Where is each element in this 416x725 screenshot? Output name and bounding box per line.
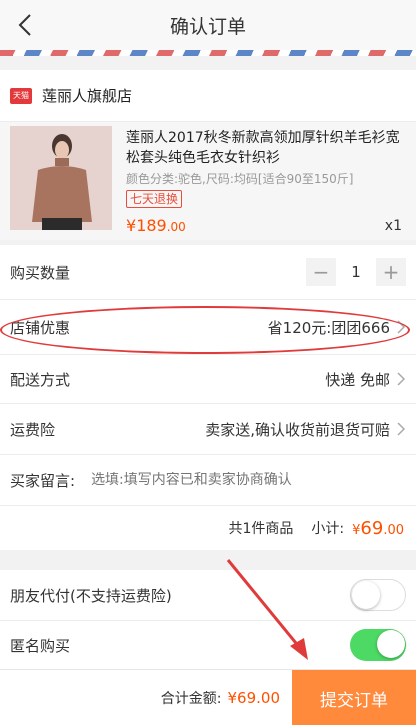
shipping-label: 配送方式 <box>10 370 71 389</box>
quantity-stepper: − 1 + <box>306 258 406 286</box>
airmail-stripe-divider <box>0 50 416 56</box>
friend-pay-label: 朋友代付(不支持运费险) <box>10 586 172 605</box>
item-count: 共1件商品 <box>228 521 294 537</box>
friend-pay-toggle[interactable] <box>350 579 406 611</box>
shop-discount-label: 店铺优惠 <box>10 318 71 337</box>
total-amount: ¥69.00 <box>227 689 281 707</box>
quantity-value[interactable]: 1 <box>336 263 376 281</box>
product-image <box>10 126 112 230</box>
freight-insurance-label: 运费险 <box>10 420 56 439</box>
shipping-value: 快递 免邮 <box>325 370 390 389</box>
freight-insurance-row[interactable]: 运费险 卖家送,确认收货前退货可赔 <box>0 404 416 454</box>
back-button[interactable] <box>8 8 42 42</box>
page-title: 确认订单 <box>169 15 246 38</box>
anonymous-purchase-label: 匿名购买 <box>10 636 71 655</box>
product-price: ¥189.00 <box>126 216 186 235</box>
quantity-label: 购买数量 <box>10 263 71 282</box>
chevron-right-icon <box>397 320 406 334</box>
submit-order-button[interactable]: 提交订单 <box>292 670 416 725</box>
checkout-bar: 合计金额: ¥69.00 提交订单 <box>0 669 416 725</box>
chevron-right-icon <box>397 422 406 436</box>
subtotal-row: 共1件商品 小计: ¥69.00 <box>0 506 416 550</box>
friend-pay-row: 朋友代付(不支持运费险) <box>0 570 416 620</box>
subtotal-amount: ¥69.00 <box>352 517 404 539</box>
freight-insurance-value: 卖家送,确认收货前退货可赔 <box>205 420 390 439</box>
anonymous-purchase-toggle[interactable] <box>350 629 406 661</box>
decrease-button[interactable]: − <box>306 258 336 286</box>
buyer-message-input[interactable] <box>91 472 406 488</box>
shop-name: 莲丽人旗舰店 <box>42 87 133 105</box>
total-label: 合计金额: <box>160 691 222 707</box>
toggle-knob <box>377 630 405 658</box>
chevron-right-icon <box>397 372 406 386</box>
product-title: 莲丽人2017秋冬新款高领加厚针织羊毛衫宽松套头纯色毛衣女针织衫 <box>126 130 400 166</box>
product-spec: 颜色分类:驼色,尺码:均码[适合90至150斤] <box>126 172 354 186</box>
product-item[interactable]: 莲丽人2017秋冬新款高领加厚针织羊毛衫宽松套头纯色毛衣女针织衫 颜色分类:驼色… <box>0 122 416 240</box>
navigation-bar: 确认订单 <box>0 0 416 50</box>
chevron-left-icon <box>18 14 31 36</box>
toggle-knob <box>352 581 380 609</box>
buyer-message-label: 买家留言: <box>10 471 76 490</box>
shop-discount-row[interactable]: 店铺优惠 省120元:团团666 <box>0 300 416 354</box>
return-policy-badge: 七天退换 <box>126 190 183 208</box>
increase-button[interactable]: + <box>376 258 406 286</box>
anonymous-purchase-row: 匿名购买 <box>0 621 416 669</box>
quantity-row: 购买数量 − 1 + <box>0 245 416 299</box>
shop-discount-value: 省120元:团团666 <box>267 318 390 337</box>
order-total: 合计金额: ¥69.00 <box>161 688 280 708</box>
buyer-message-row: 买家留言: <box>0 455 416 505</box>
product-quantity: x1 <box>384 218 402 234</box>
tmall-icon: 天猫 <box>10 87 32 104</box>
shop-header[interactable]: 天猫 莲丽人旗舰店 <box>0 70 416 122</box>
shipping-row[interactable]: 配送方式 快递 免邮 <box>0 355 416 403</box>
subtotal-label: 小计: <box>311 521 345 537</box>
